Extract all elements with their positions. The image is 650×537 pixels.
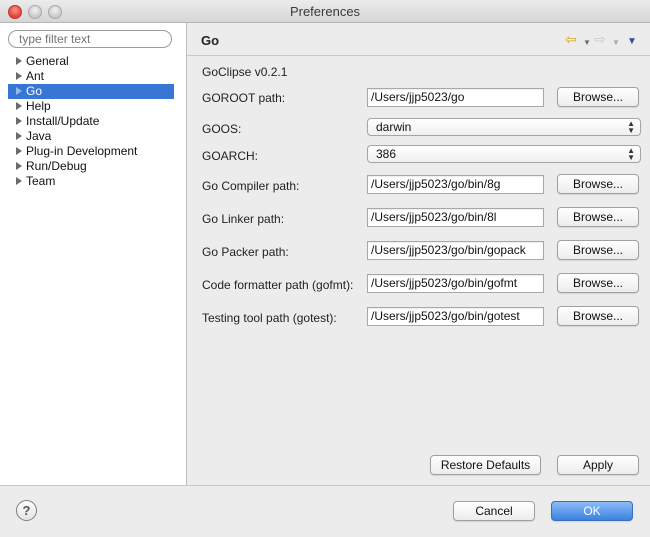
updown-arrows-icon: ▲ ▼: [627, 119, 635, 135]
back-arrow-icon[interactable]: ⇦: [565, 32, 577, 46]
goarch-label: GOARCH:: [202, 149, 259, 163]
restore-defaults-button[interactable]: Restore Defaults: [430, 455, 541, 475]
filter-input[interactable]: [8, 30, 172, 48]
dialog-button-bar: ? Cancel OK: [0, 485, 650, 537]
gofmt-label: Code formatter path (gofmt):: [202, 278, 354, 292]
cancel-button[interactable]: Cancel: [453, 501, 535, 521]
linker-label: Go Linker path:: [202, 212, 285, 226]
packer-path-field[interactable]: /Users/jjp5023/go/bin/gopack: [367, 241, 544, 260]
compiler-browse-button[interactable]: Browse...: [557, 174, 639, 194]
tree-item-java[interactable]: Java: [8, 129, 174, 144]
back-history-dropdown-icon[interactable]: ▼: [583, 36, 591, 50]
linker-browse-button[interactable]: Browse...: [557, 207, 639, 227]
expand-triangle-icon[interactable]: [16, 132, 22, 140]
goarch-selected-value: 386: [376, 147, 397, 161]
expand-triangle-icon[interactable]: [16, 72, 22, 80]
page-title: Go: [201, 33, 220, 48]
preferences-window: Preferences General Ant Go Help: [0, 0, 650, 537]
expand-triangle-icon[interactable]: [16, 177, 22, 185]
tree-item-label: Plug-in Development: [26, 144, 138, 158]
goroot-label: GOROOT path:: [202, 91, 286, 105]
tree-item-label: General: [26, 54, 69, 68]
linker-path-field[interactable]: /Users/jjp5023/go/bin/8l: [367, 208, 544, 227]
packer-browse-button[interactable]: Browse...: [557, 240, 639, 260]
tree-item-label: Java: [26, 129, 52, 143]
tree-item-label: Go: [26, 84, 43, 98]
gotest-label: Testing tool path (gotest):: [202, 311, 337, 325]
goos-select[interactable]: darwin ▲ ▼: [367, 118, 641, 136]
ok-button[interactable]: OK: [551, 501, 633, 521]
gotest-browse-button[interactable]: Browse...: [557, 306, 639, 326]
title-bar: Preferences: [0, 0, 650, 23]
updown-arrows-icon: ▲ ▼: [627, 146, 635, 162]
tree-item-label: Team: [26, 174, 56, 188]
forward-history-dropdown-icon: ▼: [612, 38, 620, 47]
tree-item-help[interactable]: Help: [8, 99, 174, 114]
packer-label: Go Packer path:: [202, 245, 289, 259]
goarch-select[interactable]: 386 ▲ ▼: [367, 145, 641, 163]
forward-arrow-icon: ⇨: [594, 31, 606, 47]
tree-item-label: Install/Update: [26, 114, 100, 128]
tree-item-team[interactable]: Team: [8, 174, 174, 189]
help-icon[interactable]: ?: [16, 500, 37, 521]
preferences-sidebar: General Ant Go Help Install/Update Java: [0, 23, 187, 485]
gofmt-browse-button[interactable]: Browse...: [557, 273, 639, 293]
tree-item-go[interactable]: Go: [8, 84, 174, 99]
tree-item-label: Help: [26, 99, 51, 113]
tree-item-plugin-development[interactable]: Plug-in Development: [8, 144, 174, 159]
apply-button[interactable]: Apply: [557, 455, 639, 475]
go-preferences-page: Go ⇦ ▼ ⇨ ▼ ▼ GoClipse v0.2.1 GOROOT path…: [187, 23, 650, 485]
compiler-label: Go Compiler path:: [202, 179, 300, 193]
page-header: Go ⇦ ▼ ⇨ ▼ ▼: [187, 23, 650, 56]
tree-item-install-update[interactable]: Install/Update: [8, 114, 174, 129]
goroot-browse-button[interactable]: Browse...: [557, 87, 639, 107]
version-label: GoClipse v0.2.1: [202, 65, 288, 79]
tree-item-general[interactable]: General: [8, 54, 174, 69]
goroot-path-field[interactable]: /Users/jjp5023/go: [367, 88, 544, 107]
expand-triangle-icon[interactable]: [16, 87, 22, 95]
expand-triangle-icon[interactable]: [16, 147, 22, 155]
tree-item-label: Ant: [26, 69, 45, 83]
tree-item-label: Run/Debug: [26, 159, 87, 173]
expand-triangle-icon[interactable]: [16, 162, 22, 170]
goos-selected-value: darwin: [376, 120, 412, 134]
expand-triangle-icon[interactable]: [16, 117, 22, 125]
compiler-path-field[interactable]: /Users/jjp5023/go/bin/8g: [367, 175, 544, 194]
goos-label: GOOS:: [202, 122, 242, 136]
gofmt-path-field[interactable]: /Users/jjp5023/go/bin/gofmt: [367, 274, 544, 293]
gotest-path-field[interactable]: /Users/jjp5023/go/bin/gotest: [367, 307, 544, 326]
window-title: Preferences: [289, 4, 361, 19]
tree-item-ant[interactable]: Ant: [8, 69, 174, 84]
preference-tree: General Ant Go Help Install/Update Java: [8, 54, 174, 189]
view-menu-icon[interactable]: ▼: [627, 35, 637, 49]
expand-triangle-icon[interactable]: [16, 57, 22, 65]
tree-item-run-debug[interactable]: Run/Debug: [8, 159, 174, 174]
expand-triangle-icon[interactable]: [16, 102, 22, 110]
